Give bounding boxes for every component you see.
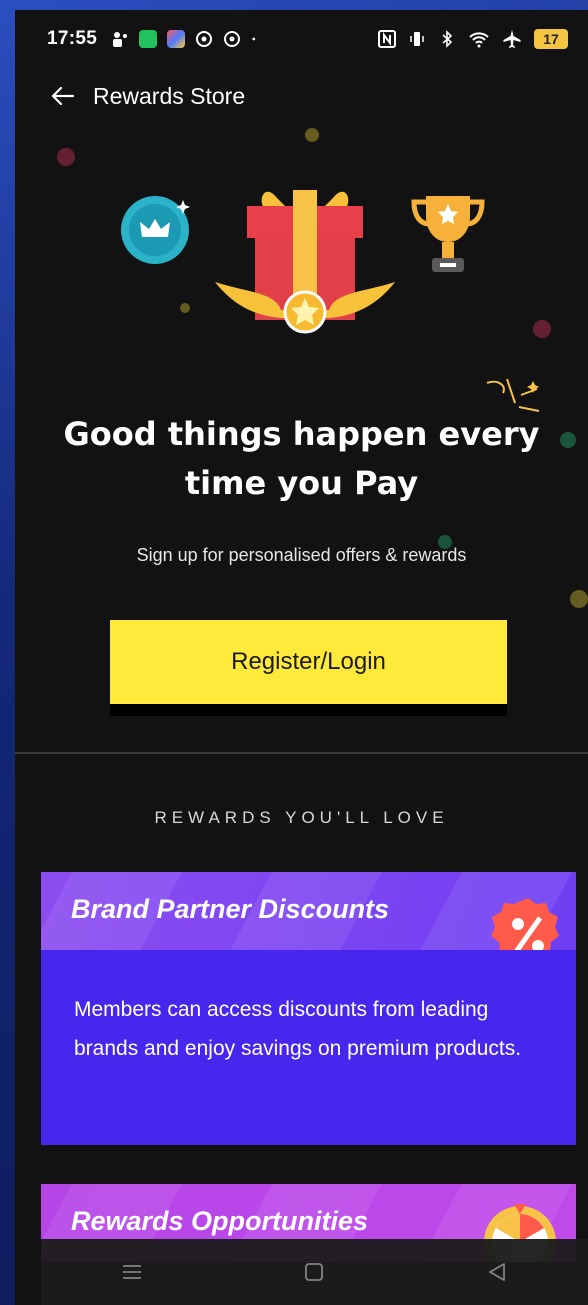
nfc-icon [378,30,396,48]
system-icons: 17 [378,29,568,49]
crown-badge-icon [121,196,190,264]
battery-indicator: 17 [534,29,568,49]
home-nav-button[interactable] [299,1257,329,1287]
chrome-icon [196,31,213,47]
page-title: Rewards Store [93,82,246,109]
app-header: Rewards Store [15,72,588,120]
photos-app-icon [167,30,186,48]
airplane-mode-icon [503,30,521,48]
register-login-button[interactable]: Register/Login [110,620,507,704]
confetti-dot [57,148,75,166]
hero-headline-line1: Good things happen every [63,415,540,453]
notification-icons [111,30,261,48]
confetti-dot [533,320,551,338]
vibrate-icon [410,32,424,46]
back-arrow-icon[interactable] [49,82,77,110]
bluetooth-icon [442,30,453,48]
reward-card-description: Members can access discounts from leadin… [41,950,576,1145]
calculator-app-icon [139,30,158,48]
menu-nav-button[interactable] [117,1257,147,1287]
status-bar: 17:55 17 [15,10,588,68]
section-divider [15,752,588,754]
trophy-icon [411,196,485,272]
confetti-dot [305,128,319,142]
hero-headline: Good things happen every time you Pay [15,410,588,508]
teams-icon [113,32,128,47]
status-time: 17:55 [47,28,98,49]
home-square-icon [305,1263,324,1281]
hero-subtext: Sign up for personalised offers & reward… [136,545,467,565]
rewards-section-heading: REWARDS YOU'LL LOVE [154,808,449,827]
menu-icon [123,1265,142,1279]
wifi-icon [469,32,489,48]
back-triangle-icon [488,1263,505,1281]
reward-card-title: Rewards Opportunities [71,1206,369,1236]
reward-card-brand-discounts[interactable]: Brand Partner Discounts Members can acce… [41,872,576,1145]
reward-card-header: Brand Partner Discounts [41,872,576,950]
confetti-dot [180,303,190,313]
reward-card-title: Brand Partner Discounts [71,894,390,924]
system-navigation-bar [41,1239,588,1305]
more-dot-icon [252,37,256,41]
discount-badge-icon [491,898,559,950]
hero-headline-line2: time you Pay [184,464,419,502]
gift-box-icon [215,190,395,334]
back-nav-button[interactable] [482,1257,512,1287]
hero-section: Good things happen every time you Pay Si… [15,120,588,750]
confetti-dot [570,590,588,608]
chrome-icon-2 [224,31,241,47]
phone-screen: 17:55 17 Rewards Store Good things happe… [15,10,588,1305]
